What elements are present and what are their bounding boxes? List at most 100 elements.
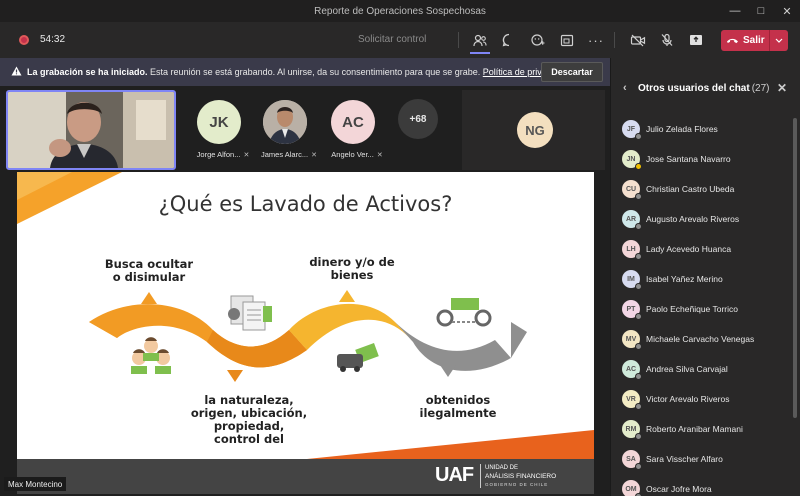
avatar: PT [622,300,642,320]
recording-banner: La grabación se ha iniciado. Esta reunió… [0,58,610,86]
mic-off-icon: ✕ [376,152,383,159]
recording-notice-bold: La grabación se ha iniciado. [27,67,148,77]
participant-name: Oscar Jofre Mora [646,484,712,494]
back-icon[interactable]: ‹ [623,82,627,94]
title-bar: Reporte de Operaciones Sospechosas — □ ✕ [0,0,800,22]
avatar: RM [622,420,642,440]
camera-off-icon[interactable] [628,30,648,50]
toolbar-divider [614,32,615,48]
avatar: OM [622,480,642,496]
presentation-slide: ¿Qué es Lavado de Activos? Busca ocultar… [17,172,594,494]
minimize-icon[interactable]: — [722,0,748,22]
chat-icon[interactable] [499,30,519,50]
presence-status-icon [635,163,642,170]
presenter-video [8,92,174,168]
meeting-timer: 54:32 [40,34,66,45]
list-item[interactable]: LH Lady Acevedo Huanca [611,240,793,270]
share-icon[interactable] [686,30,706,50]
reactions-icon[interactable] [528,30,548,50]
avatar-initials: OM [625,485,637,493]
list-item[interactable]: AR Augusto Arevalo Riveros [611,210,793,240]
participant-tile[interactable]: AC Angelo Ver... ✕ [318,90,388,170]
recording-notice-text: Esta reunión se está grabando. Al unirse… [147,67,483,77]
mic-off-icon: ✕ [311,152,317,159]
leave-button[interactable]: Salir [721,30,788,51]
list-item[interactable]: IM Isabel Yañez Merino [611,270,793,300]
avatar: AC [622,360,642,380]
presence-status-icon [635,313,642,320]
meeting-toolbar: 54:32 Solicitar control ··· Salir [0,22,800,58]
avatar [263,100,307,144]
presence-status-icon [635,283,642,290]
people-icon[interactable] [470,30,490,50]
warning-icon [11,66,22,78]
list-item[interactable]: SA Sara Visscher Alfaro [611,450,793,480]
participant-tile[interactable]: James Alarc... ✕ [250,90,320,170]
close-icon[interactable]: ✕ [777,81,787,95]
scrollbar[interactable] [793,118,797,418]
list-item[interactable]: CU Christian Castro Ubeda [611,180,793,210]
maximize-icon[interactable]: □ [748,0,774,22]
participant-name: Victor Arevalo Riveros [646,394,730,404]
shared-screen: ¿Qué es Lavado de Activos? Busca ocultar… [0,170,610,496]
avatar: LH [622,240,642,260]
participant-name: Andrea Silva Carvajal [646,364,728,374]
participant-name: Sara Visscher Alfaro [646,454,723,464]
avatar-initials: SA [626,455,636,463]
avatar: JN [622,150,642,170]
mic-off-icon[interactable] [657,30,677,50]
presenter-video-tile[interactable] [6,90,176,170]
avatar: VR [622,390,642,410]
list-item[interactable]: VR Victor Arevalo Riveros [611,390,793,420]
mic-off-icon: ✕ [243,152,250,159]
avatar: MV [622,330,642,350]
avatar-initials: CU [625,185,637,193]
participant-tile[interactable]: NG [462,90,605,170]
presence-status-icon [635,343,642,350]
panel-title: Otros usuarios del chat (27) [638,83,770,94]
panel-count: (27) [751,83,770,94]
avatar-initials: AR [625,215,637,223]
chat-participants-panel: ‹ Otros usuarios del chat (27) ✕ JF Julio … [610,58,800,496]
list-item[interactable]: JN Jose Santana Navarro [611,150,793,180]
list-item[interactable]: RM Roberto Aranibar Mamani [611,420,793,450]
more-participants-button[interactable]: +68 [398,99,438,139]
logo-divider [480,464,481,488]
list-item[interactable]: MV Michaele Carvacho Venegas [611,330,793,360]
window-title: Reporte de Operaciones Sospechosas [314,5,486,17]
slide-text-hide: Busca ocultar o disimular [104,257,194,284]
dismiss-button[interactable]: Descartar [541,62,603,82]
participant-name: Julio Zelada Flores [646,124,718,134]
participant-list: JF Julio Zelada Flores JN Jose Santana Nava… [611,120,793,496]
participant-name: Michaele Carvacho Venegas [646,334,755,344]
participant-name: Lady Acevedo Huanca [646,244,732,254]
recording-notice: La grabación se ha iniciado. Esta reunió… [27,67,568,77]
presenter-name-label: Max Montecino [4,477,67,491]
presence-status-icon [635,403,642,410]
list-item[interactable]: JF Julio Zelada Flores [611,120,793,150]
slide-footer: UAF UNIDAD DE ANÁLISIS FINANCIERO GOBIER… [17,459,594,494]
participant-name: Jose Santana Navarro [646,154,731,164]
close-window-icon[interactable]: ✕ [774,0,800,22]
money-car-icon [337,343,379,372]
chevron-down-icon[interactable] [770,38,787,43]
avatar: CU [622,180,642,200]
avatar: SA [622,450,642,470]
share-tray-icon[interactable] [557,30,577,50]
list-item[interactable]: AC Andrea Silva Carvajal [611,360,793,390]
participant-name: James Alarc... ✕ [261,150,317,159]
avatar: AC [331,100,375,144]
avatar: JF [622,120,642,140]
leave-label: Salir [743,35,765,46]
logo-subtitle-3: GOBIERNO DE CHILE [485,482,549,487]
presence-status-icon [635,133,642,140]
avatar-initials: PT [626,305,636,313]
list-item[interactable]: OM Oscar Jofre Mora [611,480,793,496]
slide-text-illegal: obtenidos ilegalmente [419,393,497,420]
slide-title: ¿Qué es Lavado de Activos? [158,192,453,216]
list-item[interactable]: PT Paolo Echeñique Torrico [611,300,793,330]
more-icon[interactable]: ··· [586,30,606,50]
participant-tile[interactable]: JK Jorge Alfon... ✕ [184,90,254,170]
presence-status-icon [635,463,642,470]
request-control-button[interactable]: Solicitar control [358,34,426,45]
